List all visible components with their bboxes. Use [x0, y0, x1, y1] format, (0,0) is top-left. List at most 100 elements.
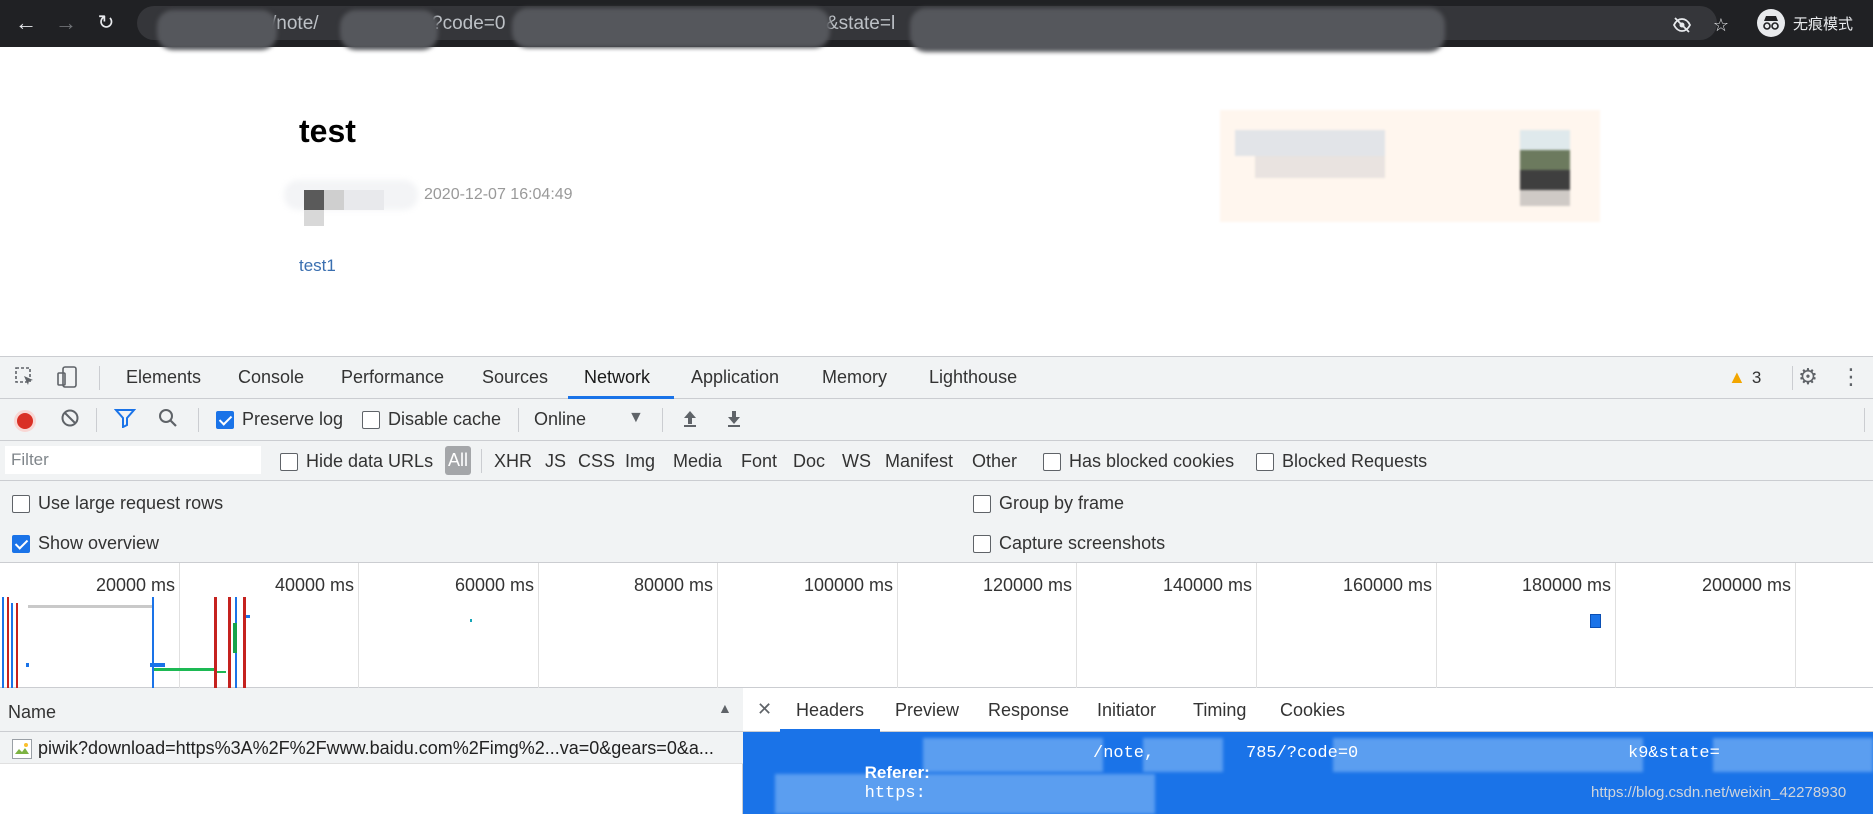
detail-tabbar: ✕ Headers Preview Response Initiator Tim… — [743, 688, 1873, 732]
network-overview-timeline[interactable]: 20000 ms 40000 ms 60000 ms 80000 ms 1000… — [0, 563, 1873, 688]
filter-type-font[interactable]: Font — [741, 451, 777, 472]
tab-cookies[interactable]: Cookies — [1280, 700, 1345, 721]
redacted-region — [340, 10, 438, 50]
large-rows-checkbox[interactable]: Use large request rows — [12, 493, 223, 514]
filter-type-img[interactable]: Img — [625, 451, 655, 472]
timeline-tick: 180000 ms — [1521, 575, 1611, 595]
tab-elements[interactable]: Elements — [126, 367, 201, 388]
tab-lighthouse[interactable]: Lighthouse — [929, 367, 1017, 388]
clear-icon[interactable] — [57, 408, 83, 434]
header-value-part: k9&state= — [1628, 744, 1720, 763]
filter-type-media[interactable]: Media — [673, 451, 722, 472]
warnings-counter[interactable]: ▲ 3 — [1728, 367, 1761, 388]
device-toolbar-icon[interactable] — [55, 366, 81, 392]
header-key: Referer: — [864, 763, 930, 782]
timeline-tick: 60000 ms — [454, 575, 534, 595]
has-blocked-cookies-checkbox[interactable]: Has blocked cookies — [1043, 451, 1234, 472]
tab-application[interactable]: Application — [691, 367, 779, 388]
large-rows-label: Use large request rows — [38, 493, 224, 513]
page-title: test — [299, 113, 356, 149]
filter-type-js[interactable]: JS — [545, 451, 566, 472]
selected-header-row[interactable]: Referer: https: /note, 785/?code=0 k9&st… — [743, 732, 1873, 814]
filter-icon[interactable] — [112, 408, 138, 434]
bookmark-star-icon[interactable]: ☆ — [1711, 15, 1731, 35]
column-name[interactable]: Name — [8, 702, 56, 723]
filter-input[interactable] — [5, 446, 261, 474]
blocked-requests-label: Blocked Requests — [1282, 451, 1428, 471]
devtools-tabbar: Elements Console Performance Sources Net… — [0, 357, 1873, 399]
redacted-region — [910, 8, 1445, 52]
show-overview-label: Show overview — [38, 533, 160, 553]
incognito-indicator[interactable]: 无痕模式 — [1757, 8, 1853, 38]
tab-preview[interactable]: Preview — [895, 700, 959, 721]
more-options-icon[interactable]: ⋮ — [1838, 365, 1864, 391]
incognito-icon — [1757, 9, 1785, 37]
network-settings: Use large request rows Show overview Gro… — [0, 481, 1873, 563]
request-name: piwik?download=https%3A%2F%2Fwww.baidu.c… — [38, 738, 714, 758]
post-date: 2020-12-07 16:04:49 — [424, 186, 573, 203]
address-bar[interactable]: /note/ ?code=0 &state=l ☆ — [137, 6, 1729, 52]
group-by-frame-checkbox[interactable]: Group by frame — [973, 493, 1124, 514]
chevron-down-icon[interactable]: ▼ — [628, 409, 644, 427]
timeline-tick: 20000 ms — [95, 575, 175, 595]
redacted-image — [1220, 110, 1600, 222]
eye-off-icon[interactable] — [1672, 15, 1692, 35]
inspect-element-icon[interactable] — [12, 366, 38, 392]
browser-toolbar: ← → ↻ /note/ ?code=0 &state=l ☆ 无痕模式 — [0, 0, 1873, 52]
incognito-label: 无痕模式 — [1793, 15, 1854, 33]
timeline-tick: 40000 ms — [274, 575, 354, 595]
redacted-region — [512, 8, 830, 48]
filter-type-all[interactable]: All — [445, 446, 472, 475]
tab-performance[interactable]: Performance — [341, 367, 444, 388]
capture-screenshots-checkbox[interactable]: Capture screenshots — [973, 533, 1165, 554]
tab-sources[interactable]: Sources — [482, 367, 548, 388]
show-overview-checkbox[interactable]: Show overview — [12, 533, 159, 554]
content-link[interactable]: test1 — [299, 256, 336, 276]
import-har-icon[interactable] — [677, 408, 703, 434]
preserve-log-checkbox[interactable]: Preserve log — [216, 409, 343, 430]
tab-memory[interactable]: Memory — [822, 367, 887, 388]
redacted-region — [157, 10, 277, 50]
filter-type-css[interactable]: CSS — [578, 451, 615, 472]
tab-console[interactable]: Console — [238, 367, 304, 388]
timeline-tick: 160000 ms — [1342, 575, 1432, 595]
blocked-requests-checkbox[interactable]: Blocked Requests — [1256, 451, 1427, 472]
disable-cache-checkbox[interactable]: Disable cache — [362, 409, 501, 430]
reload-icon[interactable]: ↻ — [94, 11, 118, 35]
tab-response[interactable]: Response — [988, 700, 1069, 721]
timeline-tick: 140000 ms — [1162, 575, 1252, 595]
tab-timing[interactable]: Timing — [1193, 700, 1246, 721]
url-segment: &state=l — [826, 13, 896, 34]
tab-initiator[interactable]: Initiator — [1097, 700, 1156, 721]
gear-icon[interactable]: ⚙ — [1795, 365, 1821, 391]
filter-type-other[interactable]: Other — [972, 451, 1017, 472]
back-icon[interactable]: ← — [14, 11, 38, 35]
warning-count: 3 — [1751, 367, 1762, 387]
filter-type-ws[interactable]: WS — [842, 451, 871, 472]
filter-type-manifest[interactable]: Manifest — [885, 451, 953, 472]
hide-data-urls-checkbox[interactable]: Hide data URLs — [280, 451, 433, 472]
record-button[interactable] — [14, 410, 36, 432]
tab-network[interactable]: Network — [584, 367, 650, 388]
network-filterbar: Hide data URLs All XHR JS CSS Img Media … — [0, 441, 1873, 481]
disable-cache-label: Disable cache — [388, 409, 502, 429]
filter-type-doc[interactable]: Doc — [793, 451, 825, 472]
export-har-icon[interactable] — [721, 408, 747, 434]
tab-headers[interactable]: Headers — [796, 700, 864, 721]
request-list-header: Name ▲ — [0, 688, 743, 732]
header-value-part: /note, — [1093, 744, 1155, 763]
header-value-part: https: — [864, 784, 926, 803]
group-by-frame-label: Group by frame — [999, 493, 1125, 513]
search-icon[interactable] — [155, 408, 181, 434]
forward-icon[interactable]: → — [54, 11, 78, 35]
close-icon[interactable]: ✕ — [757, 699, 772, 720]
table-row[interactable]: piwik?download=https%3A%2F%2Fwww.baidu.c… — [0, 732, 743, 764]
header-value-part: 785/?code=0 — [1246, 744, 1359, 763]
throttling-select[interactable]: Online — [534, 409, 586, 430]
request-list: Name ▲ piwik?download=https%3A%2F%2Fwww.… — [0, 688, 743, 814]
sort-ascending-icon[interactable]: ▲ — [718, 700, 732, 716]
devtools-panel: Elements Console Performance Sources Net… — [0, 356, 1873, 814]
watermark: https://blog.csdn.net/weixin_42278930 — [1591, 784, 1847, 801]
filter-type-xhr[interactable]: XHR — [494, 451, 532, 472]
timeline-tick: 120000 ms — [982, 575, 1072, 595]
